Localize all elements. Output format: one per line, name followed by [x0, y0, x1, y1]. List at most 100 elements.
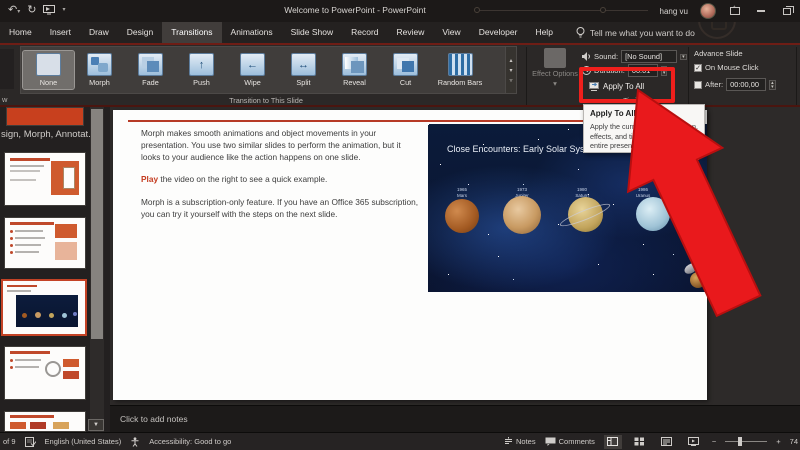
- comments-button[interactable]: Comments: [545, 437, 595, 446]
- slide-thumbnail-current[interactable]: [3, 281, 85, 334]
- group-divider: [688, 47, 689, 105]
- tab-animations[interactable]: Animations: [222, 22, 282, 43]
- scrollbar-thumb[interactable]: [91, 109, 103, 339]
- thumb-content: [53, 422, 69, 429]
- tab-transitions[interactable]: Transitions: [162, 22, 221, 43]
- proofing-icon[interactable]: [25, 437, 36, 447]
- thumb-content: [15, 251, 39, 253]
- slide-thumbnail[interactable]: [5, 218, 85, 268]
- slide-thumbnail[interactable]: [5, 153, 85, 205]
- transition-gallery: None Morph Fade ↑ Push ← Wipe ↔ Split: [20, 46, 512, 94]
- tab-developer[interactable]: Developer: [470, 22, 527, 43]
- after-checkbox[interactable]: [694, 81, 702, 89]
- gallery-more-button[interactable]: ▴▾▿: [505, 46, 517, 94]
- zoom-level[interactable]: 74: [790, 437, 798, 446]
- status-bar: of 9 English (United States) Accessibili…: [0, 432, 800, 450]
- thumb-content: [10, 230, 13, 233]
- tab-review[interactable]: Review: [388, 22, 434, 43]
- tell-me-box[interactable]: Tell me what you want to do: [576, 27, 695, 39]
- slide-thumbnail[interactable]: [5, 347, 85, 399]
- transition-random-bars-icon: [448, 53, 473, 76]
- tab-insert[interactable]: Insert: [41, 22, 80, 43]
- tab-design[interactable]: Design: [118, 22, 162, 43]
- sound-dropdown-arrow[interactable]: ▾: [680, 54, 687, 60]
- transition-split[interactable]: ↔ Split: [278, 51, 329, 89]
- zoom-slider[interactable]: [725, 441, 767, 443]
- thumb-content: [10, 237, 13, 240]
- notes-pane[interactable]: Click to add notes: [110, 405, 800, 432]
- apply-to-all-tooltip: Apply To All Apply the current sln. effe…: [583, 104, 705, 153]
- transition-cut-icon: [393, 53, 418, 76]
- slideshow-view-button[interactable]: [685, 435, 703, 449]
- thumb-content: [55, 242, 77, 260]
- transition-none[interactable]: None: [23, 51, 74, 89]
- transition-push-icon: ↑: [189, 53, 214, 76]
- preview-button-partial[interactable]: [0, 49, 14, 89]
- window-title: Welcome to PowerPoint - PowerPoint: [0, 5, 710, 15]
- planet-label: 1965Mars: [442, 187, 482, 198]
- zoom-in-button[interactable]: +: [776, 437, 780, 446]
- slide-thumbnail[interactable]: [7, 108, 83, 125]
- after-spinner[interactable]: ▴▾: [769, 80, 776, 90]
- tab-record[interactable]: Record: [342, 22, 387, 43]
- preview-group-label-partial: w: [2, 95, 7, 104]
- tab-home[interactable]: Home: [0, 22, 41, 43]
- thumb-content: [10, 415, 54, 418]
- ribbon-display-options-button[interactable]: [728, 5, 742, 17]
- transition-fade-icon: [138, 53, 163, 76]
- thumb-content: [10, 351, 50, 354]
- scroll-down-button[interactable]: ▼: [88, 419, 104, 431]
- current-slide-canvas[interactable]: Morph makes smooth animations and object…: [113, 110, 707, 400]
- transition-random-bars[interactable]: Random Bars: [431, 51, 489, 89]
- tab-slideshow[interactable]: Slide Show: [282, 22, 343, 43]
- title-bar: ↶▾ ↻ ▾ Welcome to PowerPoint - PowerPoin…: [0, 0, 800, 22]
- accessibility-icon: [130, 437, 140, 447]
- transition-cut[interactable]: Cut: [380, 51, 431, 89]
- slide-paragraph: Morph makes smooth animations and object…: [141, 128, 419, 163]
- normal-view-button[interactable]: [604, 435, 622, 449]
- spacecraft-image: [684, 264, 707, 292]
- account-name[interactable]: hang vu: [660, 7, 688, 16]
- thumb-content: [55, 224, 77, 238]
- transition-reveal[interactable]: Reveal: [329, 51, 380, 89]
- section-label-partial: sign, Morph, Annotat...: [1, 129, 96, 140]
- transition-fade[interactable]: Fade: [125, 51, 176, 89]
- ribbon: w None Morph Fade ↑ Push ← Wipe: [0, 45, 800, 107]
- thumb-content: [45, 361, 61, 377]
- sound-select[interactable]: [No Sound]: [621, 50, 677, 63]
- slide-thumbnail[interactable]: [5, 412, 85, 431]
- language-status[interactable]: English (United States): [45, 437, 122, 446]
- transition-wipe[interactable]: ← Wipe: [227, 51, 278, 89]
- after-time-input[interactable]: 00:00,00: [726, 78, 766, 91]
- thumb-content: [15, 230, 43, 232]
- thumbnail-scrollbar[interactable]: [90, 107, 104, 432]
- notes-button[interactable]: Notes: [504, 437, 536, 446]
- zoom-out-button[interactable]: −: [712, 437, 716, 446]
- transition-split-icon: ↔: [291, 53, 316, 76]
- planet-mars: [445, 199, 479, 233]
- reading-view-button[interactable]: [658, 435, 676, 449]
- on-mouse-click-checkbox[interactable]: ✓: [694, 64, 702, 72]
- transition-group-label: Transition to This Slide: [20, 96, 512, 105]
- transition-morph[interactable]: Morph: [74, 51, 125, 89]
- planet-label: 1986Uranus: [623, 187, 663, 198]
- user-avatar[interactable]: [700, 3, 716, 19]
- tab-help[interactable]: Help: [526, 22, 561, 43]
- thumb-content: [7, 290, 31, 292]
- slide-paragraph: Morph is a subscription-only feature. If…: [141, 197, 419, 221]
- thumb-content: [63, 167, 75, 189]
- zoom-slider-thumb[interactable]: [738, 437, 742, 446]
- minimize-button[interactable]: [754, 5, 768, 17]
- slide-body-text[interactable]: Morph makes smooth animations and object…: [141, 128, 419, 232]
- slide-counter: of 9: [3, 437, 16, 446]
- thumb-content: [10, 251, 13, 254]
- play-link[interactable]: Play: [141, 174, 158, 184]
- effect-options-button[interactable]: Effect Options ▾: [532, 48, 578, 96]
- tab-view[interactable]: View: [433, 22, 469, 43]
- transition-push[interactable]: ↑ Push: [176, 51, 227, 89]
- chevron-down-icon: ▾: [553, 80, 557, 88]
- slide-sorter-view-button[interactable]: [631, 435, 649, 449]
- restore-button[interactable]: [780, 5, 794, 17]
- accessibility-status[interactable]: Accessibility: Good to go: [149, 437, 231, 446]
- tab-draw[interactable]: Draw: [80, 22, 118, 43]
